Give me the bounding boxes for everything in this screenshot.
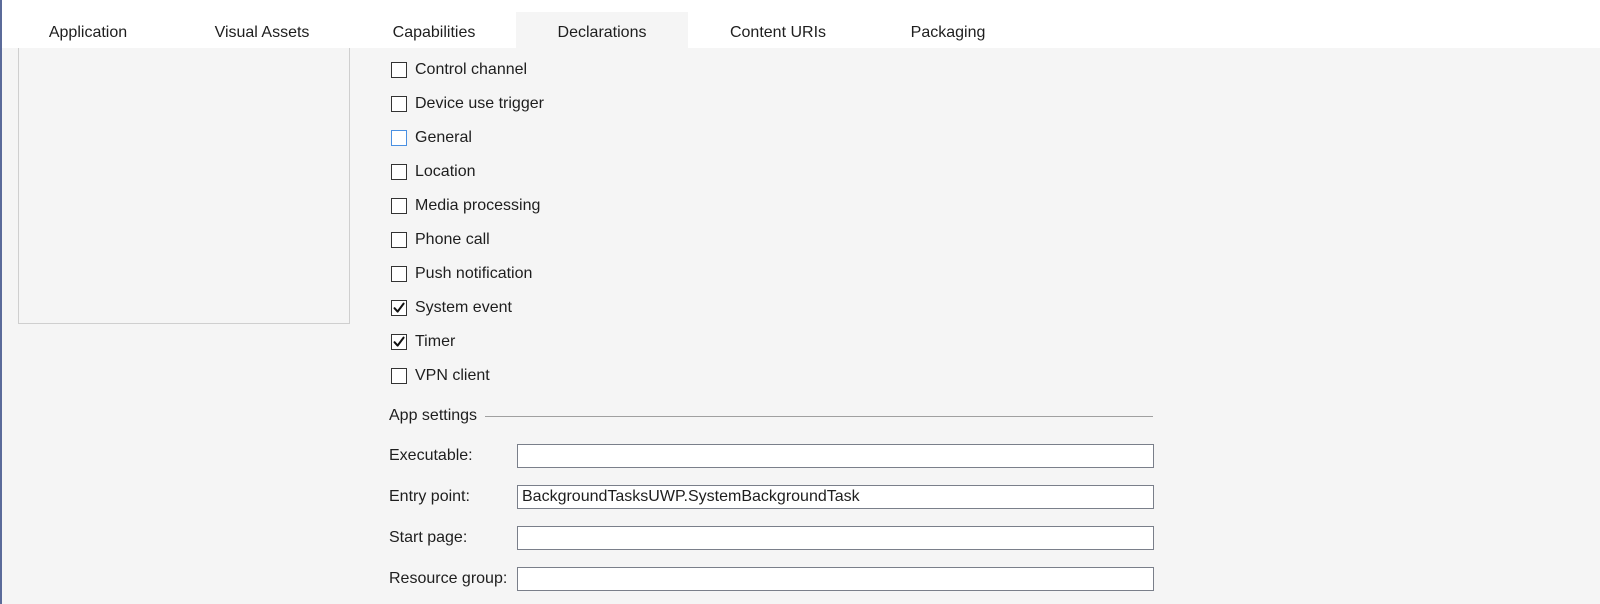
tab-visual-assets[interactable]: Visual Assets bbox=[190, 0, 334, 48]
tab-capabilities[interactable]: Capabilities bbox=[364, 0, 504, 48]
checkbox[interactable] bbox=[391, 164, 407, 180]
start-page-input[interactable] bbox=[517, 526, 1154, 550]
checkmark-icon bbox=[393, 336, 405, 347]
checkbox[interactable] bbox=[391, 62, 407, 78]
app-settings-header: App settings bbox=[389, 406, 1153, 426]
task-media-processing[interactable]: Media processing bbox=[391, 195, 540, 217]
checkbox-label: Device use trigger bbox=[415, 95, 544, 112]
task-general[interactable]: General bbox=[391, 127, 472, 149]
entry-point-input[interactable] bbox=[517, 485, 1154, 509]
start-page-label: Start page: bbox=[389, 529, 468, 546]
group-title: App settings bbox=[389, 407, 478, 424]
checkbox-label: Control channel bbox=[415, 61, 528, 78]
task-device-use-trigger[interactable]: Device use trigger bbox=[391, 93, 544, 115]
checkbox[interactable] bbox=[391, 368, 407, 384]
tab-content-uris[interactable]: Content URIs bbox=[708, 0, 848, 48]
checkbox-label: Media processing bbox=[415, 197, 541, 214]
tab-packaging[interactable]: Packaging bbox=[878, 0, 1018, 48]
checkbox-label: VPN client bbox=[415, 367, 490, 384]
task-push-notification[interactable]: Push notification bbox=[391, 263, 532, 285]
executable-input[interactable] bbox=[517, 444, 1154, 468]
group-divider bbox=[485, 415, 1153, 417]
task-location[interactable]: Location bbox=[391, 161, 476, 183]
checkbox[interactable] bbox=[391, 232, 407, 248]
task-system-event[interactable]: System event bbox=[391, 297, 512, 319]
checkbox-label: Location bbox=[415, 163, 476, 180]
checkbox[interactable] bbox=[391, 300, 407, 316]
checkbox[interactable] bbox=[391, 334, 407, 350]
tab-declarations[interactable]: Declarations bbox=[516, 12, 688, 48]
tab-application[interactable]: Application bbox=[28, 0, 148, 48]
checkbox-label: Phone call bbox=[415, 231, 490, 248]
checkbox[interactable] bbox=[391, 266, 407, 282]
task-vpn-client[interactable]: VPN client bbox=[391, 365, 490, 387]
resource-group-label: Resource group: bbox=[389, 570, 508, 587]
checkbox-label: General bbox=[415, 129, 472, 146]
checkbox-label: System event bbox=[415, 299, 512, 316]
window-edge bbox=[0, 0, 2, 604]
checkbox[interactable] bbox=[391, 96, 407, 112]
task-control-channel[interactable]: Control channel bbox=[391, 59, 527, 81]
checkbox-label: Push notification bbox=[415, 265, 533, 282]
task-phone-call[interactable]: Phone call bbox=[391, 229, 490, 251]
entry-point-label: Entry point: bbox=[389, 488, 470, 505]
resource-group-input[interactable] bbox=[517, 567, 1154, 591]
executable-label: Executable: bbox=[389, 447, 473, 464]
declarations-list-panel bbox=[18, 48, 350, 324]
tab-bar: Application Visual Assets Capabilities D… bbox=[2, 0, 1600, 48]
checkbox[interactable] bbox=[391, 198, 407, 214]
checkbox[interactable] bbox=[391, 130, 407, 146]
task-timer[interactable]: Timer bbox=[391, 331, 455, 353]
checkmark-icon bbox=[393, 302, 405, 313]
checkbox-label: Timer bbox=[415, 333, 456, 350]
